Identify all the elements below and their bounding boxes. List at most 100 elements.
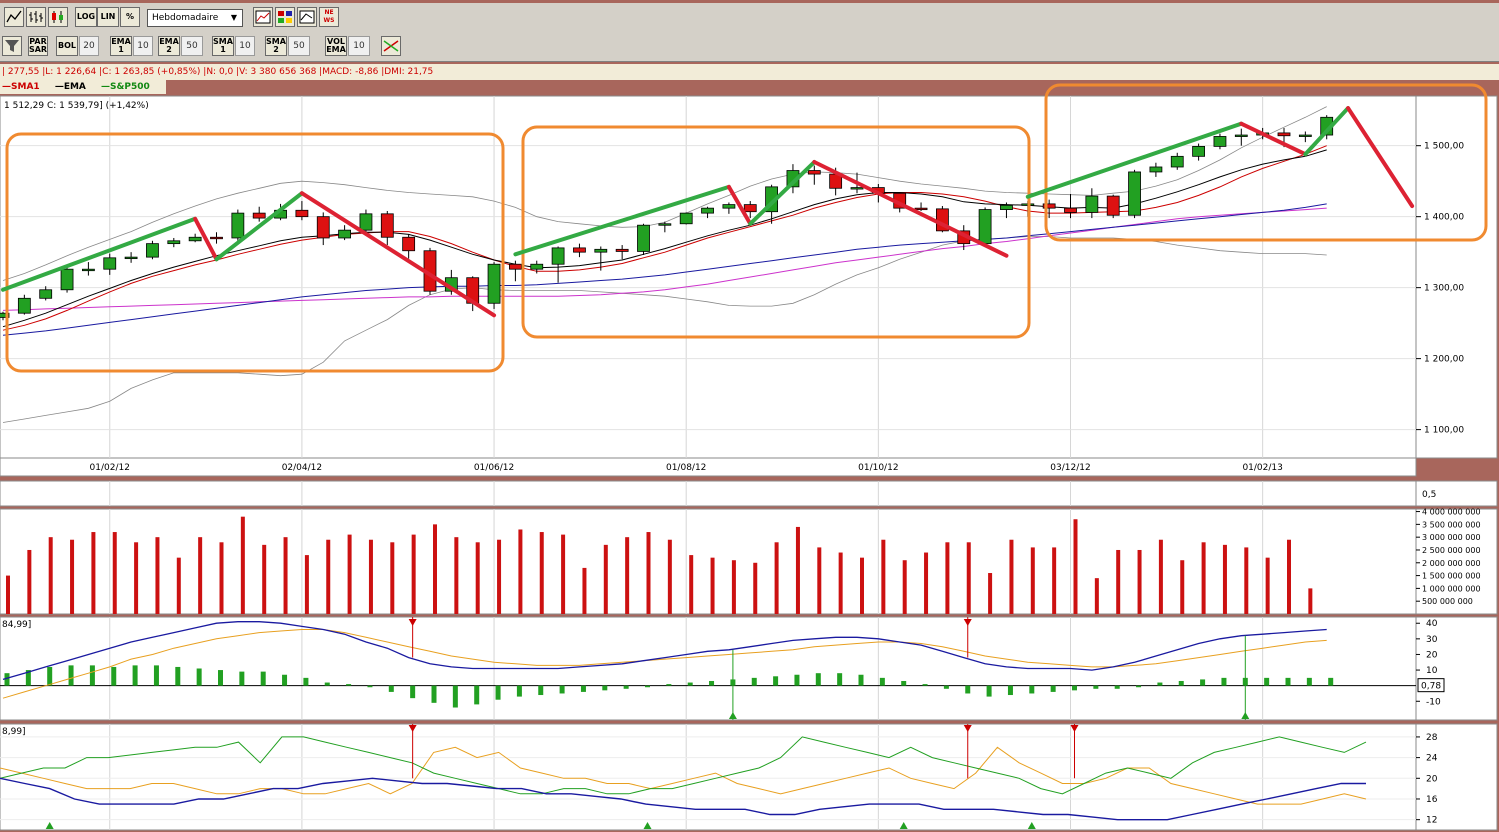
candle-body: [167, 240, 181, 245]
volume-bar: [1265, 557, 1270, 614]
candle-body: [146, 243, 159, 258]
volume-bar: [91, 532, 96, 614]
volume-bar: [6, 575, 10, 614]
volume-bar: [70, 539, 75, 614]
macd-histogram-bar: [751, 677, 757, 686]
candle-body: [1213, 136, 1227, 147]
volume-bar: [176, 557, 181, 614]
macd-histogram-bar: [687, 682, 693, 686]
candle-body: [1149, 166, 1163, 173]
candle-body: [807, 170, 821, 175]
mini-tick-label: 0,5: [1422, 490, 1436, 500]
dmi-tick-label: 16: [1426, 795, 1438, 805]
candle-body: [1000, 204, 1013, 210]
dmi-tick-label: 28: [1426, 733, 1438, 743]
candle-body: [487, 263, 501, 304]
volume-bar: [1180, 560, 1185, 614]
macd-histogram-bar: [1264, 677, 1270, 686]
volume-bar: [262, 544, 267, 614]
macd-histogram-bar: [303, 677, 309, 686]
macd-histogram-bar: [837, 673, 843, 686]
macd-histogram-bar: [132, 665, 138, 686]
volume-tick-label: 3 500 000 000: [1422, 520, 1481, 529]
volume-bar: [881, 539, 886, 614]
volume-bar: [112, 532, 117, 614]
volume-bar: [454, 537, 459, 614]
candle-body: [508, 263, 522, 270]
volume-bar: [539, 532, 544, 614]
macd-histogram-bar: [68, 665, 74, 686]
volume-tick-label: 2 500 000 000: [1422, 546, 1481, 555]
macd-histogram-bar: [388, 685, 394, 692]
macd-histogram-bar: [1178, 680, 1184, 686]
volume-bar: [475, 542, 480, 614]
volume-bar: [368, 539, 373, 614]
candle-body: [1085, 195, 1099, 213]
candle-body: [701, 207, 714, 214]
volume-bar: [902, 560, 907, 614]
candle-body: [1298, 134, 1312, 137]
macd-histogram-bar: [1093, 685, 1099, 689]
candle-body: [637, 224, 650, 252]
macd-histogram-bar: [879, 677, 885, 686]
macd-histogram-bar: [580, 685, 586, 692]
macd-histogram-bar: [367, 685, 373, 688]
macd-histogram-bar: [1029, 685, 1035, 694]
volume-bar: [646, 532, 651, 614]
macd-histogram-bar: [1221, 677, 1227, 686]
price-tick-label: 1 500,00: [1424, 142, 1464, 152]
macd-histogram-bar: [1050, 685, 1056, 692]
volume-bar: [625, 537, 630, 614]
date-tick-label: 02/04/12: [282, 463, 322, 473]
candle-body: [573, 247, 586, 253]
volume-tick-label: 2 000 000 000: [1422, 559, 1481, 568]
volume-bar: [753, 562, 758, 614]
volume-bar: [795, 526, 800, 614]
dmi-panel-bg: [0, 723, 1417, 831]
macd-histogram-bar: [815, 673, 821, 686]
date-tick-label: 01/02/13: [1242, 463, 1282, 473]
macd-histogram-bar: [623, 685, 629, 689]
volume-bar: [390, 542, 395, 614]
macd-tick-label: 40: [1426, 619, 1438, 629]
volume-bar: [667, 539, 672, 614]
macd-panel-bg: [0, 616, 1417, 721]
macd-histogram-bar: [410, 685, 416, 699]
macd-histogram-bar: [1157, 682, 1163, 686]
price-tick-label: 1 100,00: [1424, 426, 1464, 436]
macd-histogram-bar: [666, 684, 672, 686]
macd-histogram-bar: [858, 674, 864, 686]
price-chart-area[interactable]: 01/02/12 02/04/12 01/06/12 01/08/12 01/10/12…: [0, 0, 1499, 832]
overlay-price-text: 1 512,29 C: 1 539,79] (+1,42%): [4, 101, 149, 111]
macd-histogram-bar: [111, 666, 117, 686]
candle-body: [252, 212, 266, 219]
volume-bar: [582, 567, 587, 614]
macd-histogram-bar: [239, 671, 245, 686]
macd-histogram-bar: [218, 670, 223, 686]
candle-body: [914, 207, 928, 211]
date-tick-label: 01/10/12: [858, 463, 898, 473]
macd-histogram-bar: [1136, 685, 1142, 688]
macd-histogram-bar: [1306, 677, 1312, 686]
candle-body: [679, 212, 693, 225]
candle-body: [39, 289, 53, 299]
macd-histogram-bar: [602, 685, 608, 691]
volume-bar: [240, 516, 245, 614]
volume-bar: [518, 529, 523, 614]
volume-bar: [710, 557, 715, 614]
volume-bar: [860, 557, 864, 614]
macd-histogram-bar: [645, 685, 650, 688]
candle-body: [210, 236, 223, 240]
candle-body: [380, 213, 394, 238]
macd-histogram-bar: [773, 676, 779, 686]
dmi-tick-label: 12: [1426, 816, 1437, 826]
volume-bar: [817, 547, 822, 614]
macd-histogram-bar: [922, 684, 928, 686]
macd-histogram-bar: [153, 665, 159, 686]
candle-body: [103, 257, 117, 270]
macd-histogram-bar: [282, 674, 288, 686]
volume-bar: [1158, 539, 1163, 614]
volume-bar: [283, 537, 288, 614]
candle-body: [60, 268, 74, 291]
volume-bar: [48, 537, 53, 614]
